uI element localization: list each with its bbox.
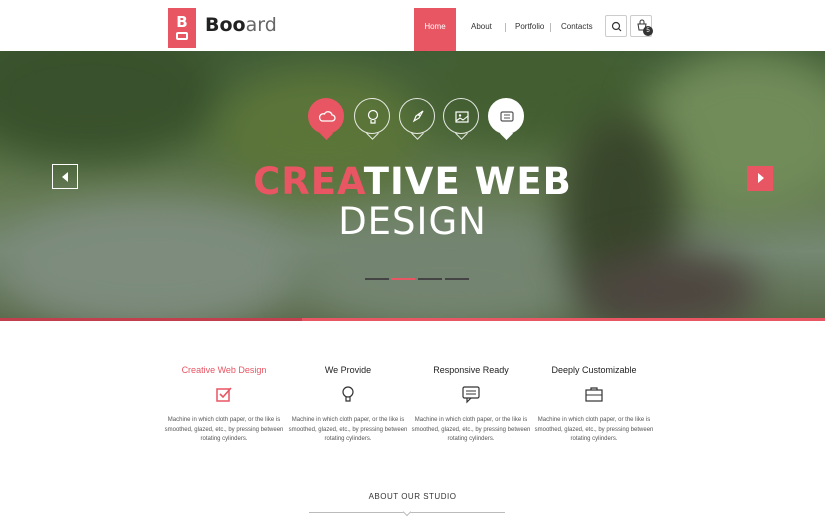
nav-separator: [550, 23, 551, 32]
nav-item-portfolio[interactable]: Portfolio: [515, 22, 544, 31]
brand-name[interactable]: Booard: [205, 14, 277, 36]
hero-headline: CREATIVE WEB: [0, 160, 825, 203]
logo-mark[interactable]: B: [168, 8, 196, 48]
nav-item-contacts[interactable]: Contacts: [561, 22, 593, 31]
site-header: B Booard Home About Portfolio Contacts 5: [0, 0, 825, 51]
slide-icon-rocket[interactable]: [399, 98, 435, 134]
logo-letter: B: [176, 13, 188, 31]
section-title-about: ABOUT OUR STUDIO: [368, 492, 457, 501]
hero-headline-rest: TIVE WEB: [363, 160, 572, 203]
briefcase-icon: [585, 387, 603, 402]
rocket-icon: [412, 110, 424, 123]
cloud-icon: [318, 111, 336, 122]
feature-deeply-customizable: Deeply Customizable Machine in which clo…: [534, 365, 654, 442]
slider-prev-button[interactable]: [52, 164, 78, 189]
feature-title: Creative Web Design: [181, 365, 267, 375]
hero-subline: DESIGN: [338, 200, 487, 243]
slide-icon-lightbulb[interactable]: [354, 98, 390, 134]
hero-progress-bar: [0, 318, 302, 321]
feature-text: Machine in which cloth paper, or the lik…: [288, 417, 408, 442]
cart-button[interactable]: 5: [630, 15, 653, 37]
search-icon: [611, 21, 622, 32]
image-icon: [455, 111, 469, 123]
feature-title: We Provide: [324, 365, 372, 375]
slide-icon-chat[interactable]: [488, 98, 524, 134]
logo-bubble-icon: [176, 32, 188, 40]
lightbulb-icon: [342, 386, 354, 402]
lightbulb-icon: [367, 109, 379, 124]
slide-icon-cloud[interactable]: [308, 98, 344, 134]
cart-count-badge: 5: [643, 26, 653, 36]
feature-title: Deeply Customizable: [551, 365, 637, 375]
nav-separator: [505, 23, 506, 32]
chat-icon: [500, 111, 514, 122]
nav-item-home[interactable]: Home: [414, 8, 456, 51]
hero-headline-accent: CREA: [253, 160, 364, 203]
slider-next-button[interactable]: [747, 166, 773, 191]
nav-item-about[interactable]: About: [471, 22, 492, 31]
feature-title: Responsive Ready: [433, 365, 509, 375]
brand-name-light: ard: [245, 14, 277, 36]
feature-text: Machine in which cloth paper, or the lik…: [534, 417, 654, 442]
feature-creative-web-design: Creative Web Design Machine in which clo…: [164, 365, 284, 442]
feature-we-provide: We Provide Machine in which cloth paper,…: [288, 365, 408, 442]
slider-dot[interactable]: [365, 278, 389, 280]
slider-dot[interactable]: [445, 278, 469, 280]
feature-text: Machine in which cloth paper, or the lik…: [164, 417, 284, 442]
brand-name-bold: Boo: [205, 14, 246, 36]
slide-icon-image[interactable]: [443, 98, 479, 134]
slider-dot[interactable]: [418, 278, 442, 280]
feature-text: Machine in which cloth paper, or the lik…: [411, 417, 531, 442]
slider-dot-active[interactable]: [391, 278, 415, 280]
checkbox-icon: [216, 387, 232, 402]
feature-responsive-ready: Responsive Ready Machine in which cloth …: [411, 365, 531, 442]
section-divider-notch: [402, 507, 412, 517]
search-button[interactable]: [605, 15, 627, 37]
chat-icon: [462, 386, 480, 404]
